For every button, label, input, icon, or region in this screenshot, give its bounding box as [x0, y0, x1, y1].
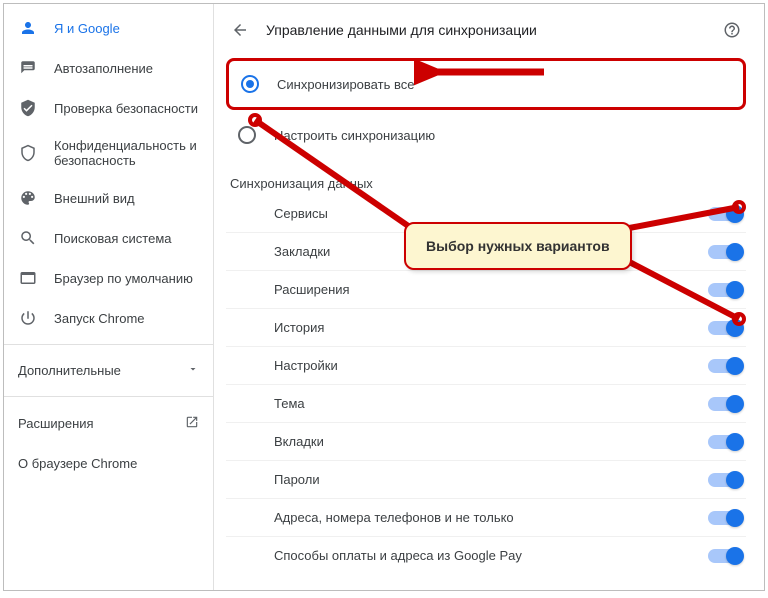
sidebar-item-autofill[interactable]: Автозаполнение [4, 48, 213, 88]
default-browser-icon [18, 268, 38, 288]
startup-icon [18, 308, 38, 328]
sync-item-addresses: Адреса, номера телефонов и не только [226, 499, 746, 537]
divider [4, 344, 213, 345]
sidebar-item-on-startup[interactable]: Запуск Chrome [4, 298, 213, 338]
external-link-icon [185, 415, 199, 432]
sync-item-label: Сервисы [274, 206, 328, 221]
toggle-switch[interactable] [708, 549, 742, 563]
help-button[interactable] [722, 20, 742, 40]
search-icon [18, 228, 38, 248]
radio-checked-icon [241, 75, 259, 93]
sync-item-theme: Тема [226, 385, 746, 423]
chevron-down-icon [187, 363, 199, 378]
sync-item-payments: Способы оплаты и адреса из Google Pay [226, 537, 746, 574]
sync-item-label: Расширения [274, 282, 350, 297]
toggle-switch[interactable] [708, 207, 742, 221]
about-label: О браузере Chrome [18, 456, 137, 471]
sidebar-item-label: Поисковая система [54, 231, 172, 246]
sync-item-label: Закладки [274, 244, 330, 259]
sidebar-item-privacy-security[interactable]: Конфиденциальность и безопасность [4, 128, 213, 178]
sidebar-item-search-engine[interactable]: Поисковая система [4, 218, 213, 258]
sidebar-item-you-and-google[interactable]: Я и Google [4, 8, 213, 48]
toggle-switch[interactable] [708, 511, 742, 525]
sync-item-label: Адреса, номера телефонов и не только [274, 510, 514, 525]
radio-unchecked-icon [238, 126, 256, 144]
sync-item-label: Настройки [274, 358, 338, 373]
sidebar-item-label: Проверка безопасности [54, 101, 198, 116]
sync-item-label: Пароли [274, 472, 320, 487]
sidebar-item-label: Внешний вид [54, 191, 135, 206]
page-header: Управление данными для синхронизации [226, 10, 746, 56]
extensions-label: Расширения [18, 416, 94, 431]
sidebar-item-label: Я и Google [54, 21, 120, 36]
sync-item-label: История [274, 320, 324, 335]
toggle-switch[interactable] [708, 245, 742, 259]
sync-item-history: История [226, 309, 746, 347]
security-icon [18, 143, 38, 163]
sidebar-item-label: Запуск Chrome [54, 311, 145, 326]
appearance-icon [18, 188, 38, 208]
sync-section-title: Синхронизация данных [226, 158, 746, 195]
sync-item-extensions: Расширения [226, 271, 746, 309]
sync-option-custom[interactable]: Настроить синхронизацию [226, 112, 746, 158]
autofill-icon [18, 58, 38, 78]
page-title: Управление данными для синхронизации [266, 22, 722, 38]
main-panel: Управление данными для синхронизации Син… [214, 4, 764, 590]
sync-item-label: Вкладки [274, 434, 324, 449]
toggle-switch[interactable] [708, 435, 742, 449]
sync-option-custom-label: Настроить синхронизацию [274, 128, 435, 143]
annotation-tooltip: Выбор нужных вариантов [404, 222, 632, 270]
sidebar-item-default-browser[interactable]: Браузер по умолчанию [4, 258, 213, 298]
sidebar-item-label: Автозаполнение [54, 61, 153, 76]
person-icon [18, 18, 38, 38]
advanced-label: Дополнительные [18, 363, 121, 378]
toggle-switch[interactable] [708, 359, 742, 373]
safety-check-icon [18, 98, 38, 118]
toggle-switch[interactable] [708, 473, 742, 487]
sync-item-label: Способы оплаты и адреса из Google Pay [274, 548, 522, 563]
toggle-switch[interactable] [708, 397, 742, 411]
sidebar-about-chrome[interactable]: О браузере Chrome [4, 444, 213, 483]
sync-item-settings: Настройки [226, 347, 746, 385]
sync-item-label: Тема [274, 396, 305, 411]
sidebar-item-appearance[interactable]: Внешний вид [4, 178, 213, 218]
toggle-switch[interactable] [708, 321, 742, 335]
sidebar-item-safety-check[interactable]: Проверка безопасности [4, 88, 213, 128]
sync-option-all-label: Синхронизировать все [277, 77, 414, 92]
divider [4, 396, 213, 397]
sidebar-item-label: Браузер по умолчанию [54, 271, 193, 286]
sync-item-passwords: Пароли [226, 461, 746, 499]
sidebar-extensions-link[interactable]: Расширения [4, 403, 213, 444]
toggle-switch[interactable] [708, 283, 742, 297]
sidebar-advanced-toggle[interactable]: Дополнительные [4, 351, 213, 390]
sync-item-tabs: Вкладки [226, 423, 746, 461]
sidebar-item-label: Конфиденциальность и безопасность [54, 138, 199, 168]
back-button[interactable] [230, 20, 250, 40]
sync-option-all[interactable]: Синхронизировать все [226, 58, 746, 110]
settings-sidebar: Я и Google Автозаполнение Проверка безоп… [4, 4, 214, 590]
